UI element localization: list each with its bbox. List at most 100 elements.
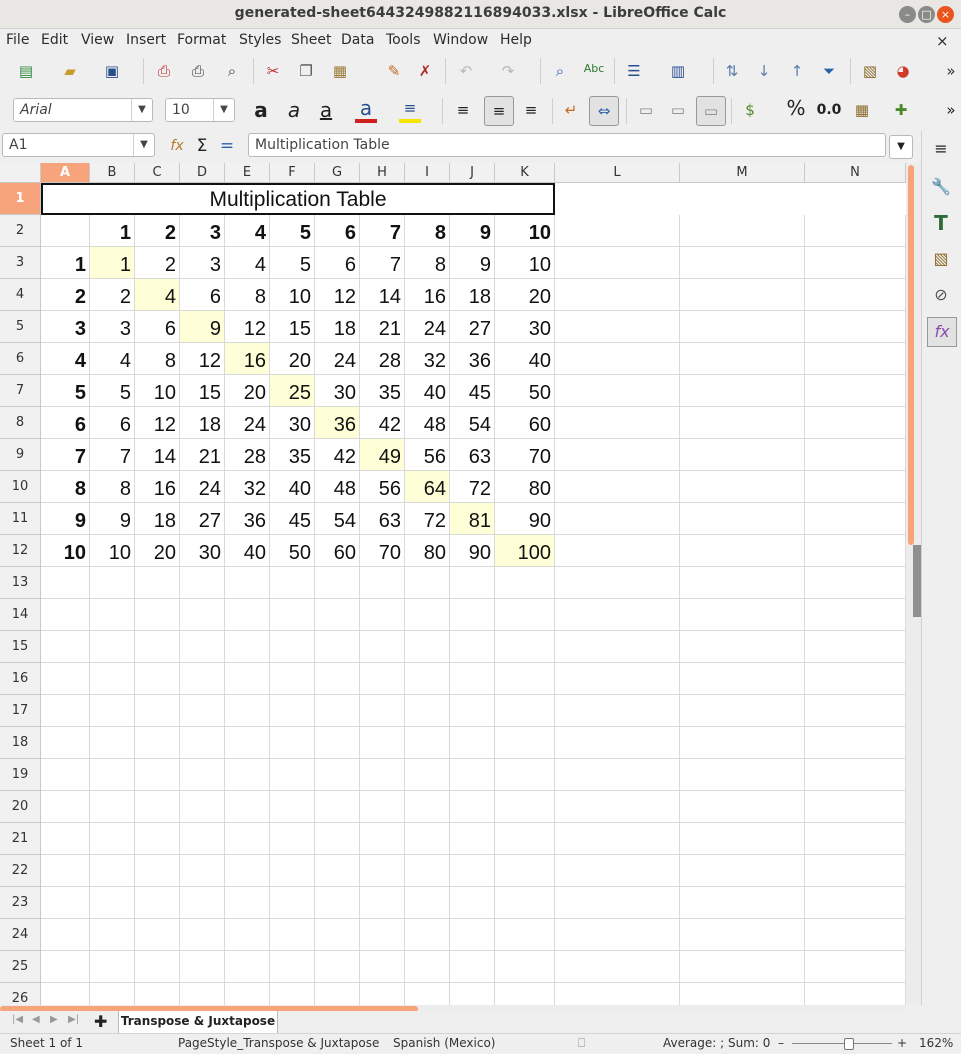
cell[interactable] [90,695,135,727]
header-cell[interactable]: 6 [315,215,360,247]
cell[interactable] [90,887,135,919]
last-sheet-icon[interactable]: ▶| [68,1014,79,1025]
product-cell[interactable]: 35 [270,439,315,471]
cell[interactable] [805,759,906,791]
select-all-corner[interactable] [0,163,41,183]
cell[interactable] [805,983,906,1005]
cell[interactable] [41,791,90,823]
align-top-icon[interactable]: ▭ [635,99,657,121]
column-header-c[interactable]: C [135,163,180,183]
cell[interactable] [805,887,906,919]
cell[interactable] [680,983,805,1005]
cell[interactable] [405,919,450,951]
column-header-m[interactable]: M [680,163,805,183]
cell[interactable] [805,727,906,759]
cell[interactable] [41,855,90,887]
cell[interactable] [555,663,680,695]
cell[interactable] [805,343,906,375]
cell[interactable] [495,759,555,791]
cell[interactable] [41,759,90,791]
cell[interactable] [495,951,555,983]
cell[interactable] [450,567,495,599]
product-cell[interactable]: 27 [180,503,225,535]
cell[interactable] [680,631,805,663]
cell[interactable] [270,727,315,759]
row-header-22[interactable]: 22 [0,855,41,887]
formula-equals-icon[interactable]: = [216,135,238,157]
product-cell[interactable]: 5 [90,375,135,407]
product-cell[interactable]: 54 [315,503,360,535]
cell[interactable] [135,759,180,791]
cell[interactable] [680,503,805,535]
print-icon[interactable]: ⎙ [187,60,209,82]
diagonal-cell[interactable]: 25 [270,375,315,407]
cell[interactable] [805,503,906,535]
cell[interactable] [315,599,360,631]
row-header-9[interactable]: 9 [0,439,41,471]
undo-icon[interactable]: ↶ [455,60,477,82]
sidebar-collapse-handle[interactable] [913,545,921,617]
cell[interactable] [680,567,805,599]
cell[interactable] [805,855,906,887]
product-cell[interactable]: 28 [360,343,405,375]
align-bottom-icon[interactable]: ▭ [696,96,726,126]
properties-icon[interactable]: 🔧 [929,175,953,199]
product-cell[interactable]: 18 [450,279,495,311]
cell[interactable] [90,951,135,983]
cell[interactable] [405,759,450,791]
row-header-25[interactable]: 25 [0,951,41,983]
cell[interactable] [450,855,495,887]
cell[interactable] [41,919,90,951]
underline-icon[interactable]: a [315,99,337,121]
cell[interactable] [180,855,225,887]
formula-input[interactable]: Multiplication Table [248,133,886,157]
cell[interactable] [135,695,180,727]
cell[interactable] [680,663,805,695]
row-header-23[interactable]: 23 [0,887,41,919]
cell[interactable] [180,727,225,759]
paste-icon[interactable]: ▦ [329,60,351,82]
product-cell[interactable]: 70 [495,439,555,471]
product-cell[interactable]: 14 [360,279,405,311]
row-label-cell[interactable]: 9 [41,503,90,535]
product-cell[interactable]: 36 [225,503,270,535]
menu-tools[interactable]: Tools [386,32,421,48]
row-header-12[interactable]: 12 [0,535,41,567]
cell[interactable] [555,439,680,471]
row-header-1[interactable]: 1 [0,183,41,215]
cut-icon[interactable]: ✂ [262,60,284,82]
cell[interactable] [270,919,315,951]
cell[interactable] [90,791,135,823]
product-cell[interactable]: 63 [450,439,495,471]
cell[interactable] [405,823,450,855]
new-document-icon[interactable]: ▤ [15,60,37,82]
row-label-cell[interactable]: 2 [41,279,90,311]
close-window-button[interactable]: × [937,6,954,23]
header-cell[interactable]: 2 [135,215,180,247]
header-cell[interactable]: 3 [180,215,225,247]
cell[interactable] [805,215,906,247]
product-cell[interactable]: 12 [180,343,225,375]
column-header-k[interactable]: K [495,163,555,183]
row-label-cell[interactable]: 10 [41,535,90,567]
product-cell[interactable]: 28 [225,439,270,471]
product-cell[interactable]: 20 [135,535,180,567]
column-header-l[interactable]: L [555,163,680,183]
product-cell[interactable]: 45 [270,503,315,535]
cell[interactable] [135,823,180,855]
menu-edit[interactable]: Edit [41,32,68,48]
product-cell[interactable]: 24 [225,407,270,439]
functions-icon[interactable]: fx [927,317,957,347]
cell[interactable] [450,887,495,919]
cell[interactable] [495,567,555,599]
row-header-26[interactable]: 26 [0,983,41,1005]
export-pdf-icon[interactable]: ⎙ [153,60,175,82]
row-label-cell[interactable]: 7 [41,439,90,471]
minimize-button[interactable]: – [899,6,916,23]
column-header-e[interactable]: E [225,163,270,183]
cell[interactable] [360,727,405,759]
product-cell[interactable]: 80 [495,471,555,503]
cell[interactable] [315,951,360,983]
cell[interactable] [180,663,225,695]
cell[interactable] [360,823,405,855]
